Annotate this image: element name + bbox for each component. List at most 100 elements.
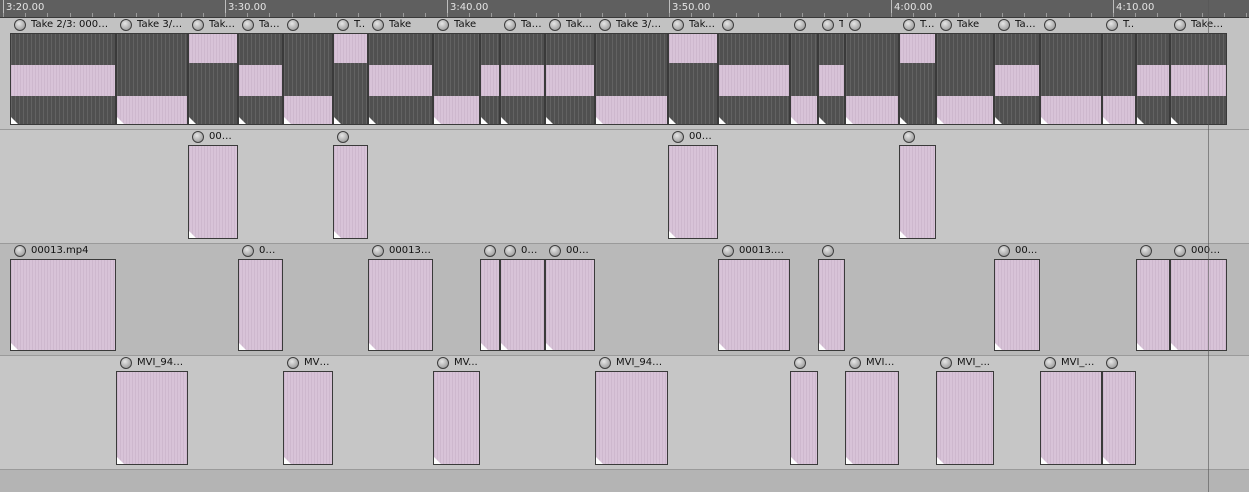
fade-handle[interactable]: [1137, 343, 1144, 350]
fade-handle[interactable]: [719, 343, 726, 350]
fade-handle[interactable]: [546, 343, 553, 350]
item-volume-knob-icon[interactable]: [1106, 19, 1118, 31]
media-item[interactable]: 000...: [668, 130, 718, 244]
media-item[interactable]: MVI_...: [845, 356, 899, 470]
media-item[interactable]: MV...: [433, 356, 480, 470]
fade-handle[interactable]: [900, 117, 907, 124]
fade-handle[interactable]: [719, 117, 726, 124]
timeline-ruler[interactable]: 3:20.00 3:30.00 3:40.00 3:50.00 4:00.00 4:10.…: [0, 0, 1249, 18]
fade-handle[interactable]: [937, 117, 944, 124]
media-item[interactable]: 00013.mp4: [10, 244, 116, 356]
item-volume-knob-icon[interactable]: [437, 357, 449, 369]
media-item[interactable]: MVI...: [283, 356, 333, 470]
fade-handle[interactable]: [369, 343, 376, 350]
media-item[interactable]: [1136, 18, 1170, 130]
media-item[interactable]: 00...: [238, 244, 283, 356]
media-item[interactable]: MVI_9...: [1040, 356, 1102, 470]
item-volume-knob-icon[interactable]: [822, 245, 834, 257]
item-volume-knob-icon[interactable]: [287, 357, 299, 369]
fade-handle[interactable]: [481, 343, 488, 350]
media-item[interactable]: Tak...: [500, 18, 545, 130]
media-item[interactable]: MVI_943...: [116, 356, 188, 470]
item-volume-knob-icon[interactable]: [849, 357, 861, 369]
media-item[interactable]: 00013.m...: [718, 244, 790, 356]
media-item[interactable]: Take 3/3:...: [545, 18, 595, 130]
media-item[interactable]: Take: [238, 18, 283, 130]
item-volume-knob-icon[interactable]: [242, 19, 254, 31]
fade-handle[interactable]: [481, 117, 488, 124]
fade-handle[interactable]: [501, 117, 508, 124]
fade-handle[interactable]: [846, 457, 853, 464]
media-item[interactable]: MVI_943...: [595, 356, 668, 470]
item-volume-knob-icon[interactable]: [1044, 357, 1056, 369]
item-volume-knob-icon[interactable]: [549, 19, 561, 31]
item-volume-knob-icon[interactable]: [549, 245, 561, 257]
fade-handle[interactable]: [669, 117, 676, 124]
item-volume-knob-icon[interactable]: [998, 19, 1010, 31]
media-item[interactable]: Take: [936, 18, 994, 130]
item-volume-knob-icon[interactable]: [14, 19, 26, 31]
media-item[interactable]: Take 3/3:...: [116, 18, 188, 130]
fade-handle[interactable]: [1171, 117, 1178, 124]
fade-handle[interactable]: [501, 343, 508, 350]
fade-handle[interactable]: [937, 457, 944, 464]
fade-handle[interactable]: [596, 117, 603, 124]
media-item[interactable]: Take ...: [1170, 18, 1227, 130]
fade-handle[interactable]: [846, 117, 853, 124]
item-volume-knob-icon[interactable]: [337, 19, 349, 31]
fade-handle[interactable]: [117, 457, 124, 464]
item-volume-knob-icon[interactable]: [337, 131, 349, 143]
item-volume-knob-icon[interactable]: [192, 131, 204, 143]
item-volume-knob-icon[interactable]: [722, 245, 734, 257]
fade-handle[interactable]: [791, 457, 798, 464]
fade-handle[interactable]: [900, 231, 907, 238]
media-item[interactable]: Take 2/...: [333, 18, 368, 130]
media-item[interactable]: Take 3/3:...: [595, 18, 668, 130]
item-volume-knob-icon[interactable]: [372, 245, 384, 257]
media-item[interactable]: [1136, 244, 1170, 356]
media-item[interactable]: MVI_...: [936, 356, 994, 470]
item-volume-knob-icon[interactable]: [14, 245, 26, 257]
media-item[interactable]: Take: [1102, 18, 1136, 130]
fade-handle[interactable]: [596, 457, 603, 464]
item-volume-knob-icon[interactable]: [120, 19, 132, 31]
item-volume-knob-icon[interactable]: [940, 357, 952, 369]
media-item[interactable]: [333, 130, 368, 244]
media-item[interactable]: 000...: [545, 244, 595, 356]
item-volume-knob-icon[interactable]: [1106, 357, 1118, 369]
media-item[interactable]: [899, 130, 936, 244]
item-volume-knob-icon[interactable]: [903, 19, 915, 31]
item-volume-knob-icon[interactable]: [120, 357, 132, 369]
fade-handle[interactable]: [1041, 117, 1048, 124]
fade-handle[interactable]: [239, 343, 246, 350]
item-volume-knob-icon[interactable]: [437, 19, 449, 31]
media-item[interactable]: [480, 244, 500, 356]
fade-handle[interactable]: [189, 117, 196, 124]
item-volume-knob-icon[interactable]: [484, 245, 496, 257]
item-volume-knob-icon[interactable]: [822, 19, 834, 31]
item-volume-knob-icon[interactable]: [794, 357, 806, 369]
media-item[interactable]: [1040, 18, 1102, 130]
media-item[interactable]: 00013....: [368, 244, 433, 356]
fade-handle[interactable]: [819, 117, 826, 124]
fade-handle[interactable]: [819, 343, 826, 350]
item-volume-knob-icon[interactable]: [504, 19, 516, 31]
media-item[interactable]: [818, 244, 845, 356]
media-item[interactable]: Take: [368, 18, 433, 130]
fade-handle[interactable]: [1103, 457, 1110, 464]
item-volume-knob-icon[interactable]: [1140, 245, 1152, 257]
item-volume-knob-icon[interactable]: [998, 245, 1010, 257]
fade-handle[interactable]: [791, 117, 798, 124]
media-item[interactable]: 00...: [500, 244, 545, 356]
media-item[interactable]: [845, 18, 899, 130]
fade-handle[interactable]: [995, 117, 1002, 124]
track-lane[interactable]: [0, 244, 1249, 356]
media-item[interactable]: Take: [433, 18, 480, 130]
item-volume-knob-icon[interactable]: [192, 19, 204, 31]
fade-handle[interactable]: [239, 117, 246, 124]
fade-handle[interactable]: [11, 343, 18, 350]
fade-handle[interactable]: [334, 231, 341, 238]
item-volume-knob-icon[interactable]: [672, 131, 684, 143]
item-volume-knob-icon[interactable]: [287, 19, 299, 31]
item-volume-knob-icon[interactable]: [242, 245, 254, 257]
